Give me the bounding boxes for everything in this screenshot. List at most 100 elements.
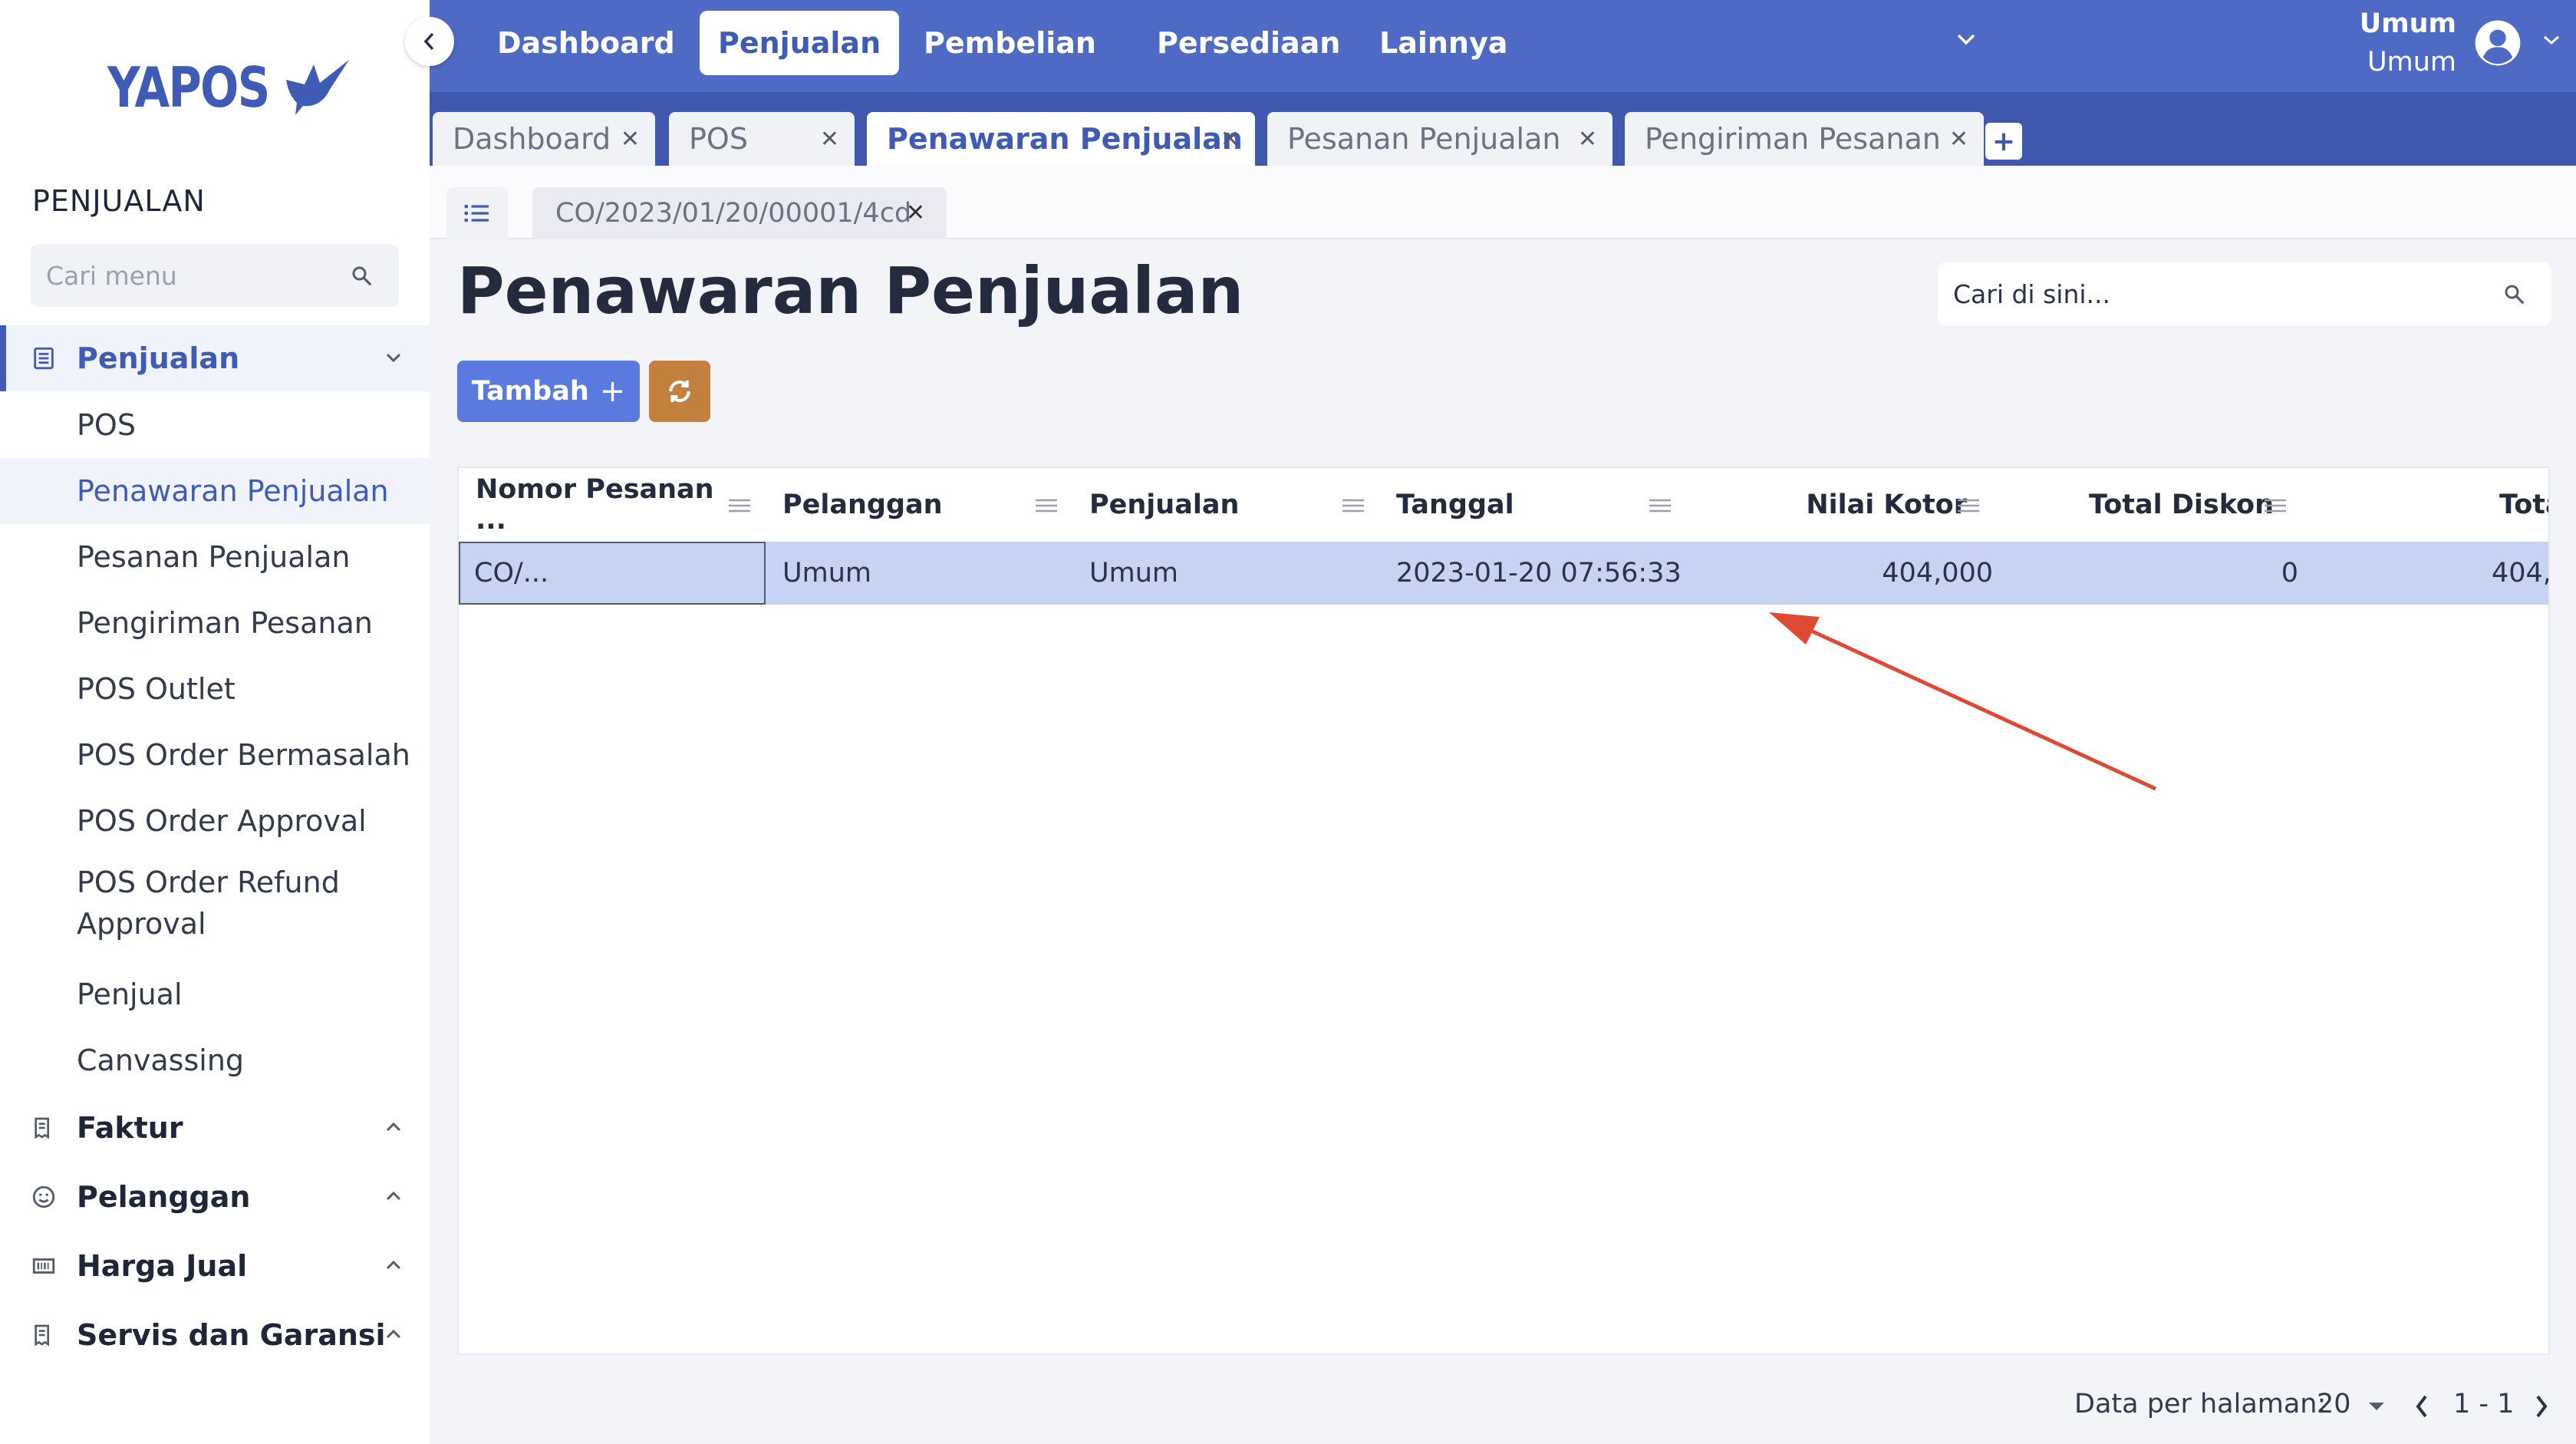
close-icon[interactable]: ✕ bbox=[1578, 126, 1597, 153]
tab-pengiriman-pesanan[interactable]: Pengiriman Pesanan ✕ bbox=[1625, 112, 1984, 166]
search-icon[interactable] bbox=[2502, 282, 2525, 305]
menu-search-input[interactable] bbox=[31, 244, 338, 307]
sidebar-item-pos-order-bermasalah[interactable]: POS Order Bermasalah bbox=[0, 722, 430, 788]
sidebar-group-label: Pelanggan bbox=[77, 1180, 251, 1214]
refresh-icon bbox=[669, 380, 690, 403]
collapse-sidebar-button[interactable] bbox=[405, 17, 454, 66]
tab-label: Pesanan Penjualan bbox=[1287, 122, 1561, 156]
column-menu-icon[interactable] bbox=[1956, 499, 1981, 513]
page-range: 1 - 1 bbox=[2453, 1389, 2515, 1419]
page-search-input[interactable] bbox=[1938, 262, 2475, 325]
plus-icon: + bbox=[1991, 125, 2016, 157]
top-nav-dashboard[interactable]: Dashboard bbox=[479, 11, 693, 75]
chevron-right-icon[interactable] bbox=[2533, 1393, 2550, 1419]
cell-total-diskon[interactable]: 0 bbox=[2008, 542, 2298, 605]
sidebar-item-pos[interactable]: POS bbox=[0, 392, 430, 458]
app-logo[interactable]: YAPOS bbox=[107, 55, 354, 120]
chevron-left-icon[interactable] bbox=[2413, 1393, 2430, 1419]
column-menu-icon[interactable] bbox=[2263, 499, 2288, 513]
tab-label: Pengiriman Pesanan bbox=[1645, 122, 1941, 156]
column-header-nomor-pesanan[interactable]: Nomor Pesanan ... bbox=[476, 468, 729, 542]
page-size-select[interactable]: 20 bbox=[2317, 1389, 2351, 1419]
table-row[interactable]: CO/... Umum Umum 2023-01-20 07:56:33 404… bbox=[459, 542, 2548, 605]
chevron-up-icon bbox=[386, 1122, 401, 1132]
column-menu-icon[interactable] bbox=[1648, 499, 1672, 513]
add-tab-button[interactable]: + bbox=[1985, 123, 2022, 160]
column-menu-icon[interactable] bbox=[727, 499, 752, 513]
tab-label: Penawaran Penjualan bbox=[887, 122, 1243, 156]
annotation-arrow bbox=[1769, 612, 2157, 791]
sidebar-group-pelanggan[interactable]: Pelanggan bbox=[0, 1164, 430, 1230]
list-view-button[interactable] bbox=[446, 187, 508, 239]
sidebar-group-penjualan[interactable]: Penjualan bbox=[0, 325, 430, 391]
sidebar-item-penawaran-penjualan[interactable]: Penawaran Penjualan bbox=[0, 458, 430, 524]
refresh-button[interactable] bbox=[649, 361, 710, 422]
document-tab[interactable]: CO/2023/01/20/00001/4cd ✕ bbox=[532, 187, 947, 239]
tab-penawaran-penjualan[interactable]: Penawaran Penjualan ✕ bbox=[867, 112, 1255, 166]
top-nav-pembelian[interactable]: Pembelian bbox=[905, 11, 1115, 75]
receipt-list-icon bbox=[34, 347, 54, 370]
sidebar-group-harga-jual[interactable]: Harga Jual bbox=[0, 1233, 430, 1299]
cell-nilai-kotor[interactable]: 404,000 bbox=[1703, 542, 1993, 605]
tab-label: POS bbox=[689, 122, 748, 156]
invoice-icon bbox=[35, 1117, 49, 1139]
cell-tanggal[interactable]: 2023-01-20 07:56:33 bbox=[1396, 542, 1703, 605]
tab-pesanan-penjualan[interactable]: Pesanan Penjualan ✕ bbox=[1267, 112, 1612, 166]
close-icon[interactable]: ✕ bbox=[906, 199, 925, 226]
chevron-down-icon[interactable] bbox=[1956, 32, 1976, 46]
column-header-total[interactable]: Tota bbox=[2499, 468, 2548, 542]
column-header-pelanggan[interactable]: Pelanggan bbox=[782, 468, 1036, 542]
receipt-icon bbox=[35, 1324, 49, 1347]
close-icon[interactable]: ✕ bbox=[1220, 126, 1240, 153]
document-tabs-bar: CO/2023/01/20/00001/4cd ✕ bbox=[430, 166, 2576, 239]
user-info[interactable]: Umum Umum bbox=[2360, 5, 2456, 81]
menu-search-box bbox=[31, 244, 399, 307]
user-role: Umum bbox=[2367, 47, 2456, 77]
sales-quotation-grid: Nomor Pesanan ... Pelanggan Penjualan Ta… bbox=[457, 466, 2550, 1355]
sidebar-item-penjual[interactable]: Penjual bbox=[0, 961, 430, 1027]
top-nav-penjualan[interactable]: Penjualan bbox=[700, 11, 900, 75]
close-icon[interactable]: ✕ bbox=[1949, 126, 1968, 153]
chevron-down-icon[interactable] bbox=[2542, 34, 2561, 46]
column-header-penjualan[interactable]: Penjualan bbox=[1089, 468, 1342, 542]
search-icon[interactable] bbox=[350, 264, 373, 287]
cell-total[interactable]: 404,( bbox=[2492, 542, 2548, 605]
tab-dashboard[interactable]: Dashboard ✕ bbox=[433, 112, 655, 166]
sidebar-group-servis-dan-garansi[interactable]: Servis dan Garansi bbox=[0, 1302, 430, 1368]
sidebar-item-canvassing[interactable]: Canvassing bbox=[0, 1027, 430, 1093]
sidebar-item-pos-order-refund-approval[interactable]: POS Order Refund Approval bbox=[0, 854, 430, 952]
page-title: Penawaran Penjualan bbox=[457, 253, 1244, 328]
close-icon[interactable]: ✕ bbox=[621, 126, 640, 153]
sidebar-group-faktur[interactable]: Faktur bbox=[0, 1095, 430, 1161]
sidebar-group-label: Penjualan bbox=[77, 341, 240, 375]
cell-nomor-pesanan[interactable]: CO/... bbox=[459, 542, 766, 605]
top-nav-persediaan[interactable]: Persediaan bbox=[1138, 11, 1359, 75]
chevron-down-icon bbox=[386, 353, 401, 363]
sidebar-group-label: Servis dan Garansi bbox=[77, 1318, 386, 1352]
sidebar-section-title: PENJUALAN bbox=[32, 184, 206, 218]
plus-icon: + bbox=[599, 374, 626, 409]
bird-logo-icon bbox=[285, 60, 349, 115]
user-avatar-icon[interactable] bbox=[2473, 18, 2522, 68]
caret-down-icon[interactable] bbox=[2367, 1401, 2386, 1412]
page-search-box bbox=[1938, 262, 2551, 325]
cell-penjualan[interactable]: Umum bbox=[1089, 542, 1381, 605]
column-header-nilai-kotor[interactable]: Nilai Kotor bbox=[1703, 468, 1967, 542]
column-header-total-diskon[interactable]: Total Diskon bbox=[2008, 468, 2274, 542]
cell-pelanggan[interactable]: Umum bbox=[782, 542, 1074, 605]
sidebar-item-pos-outlet[interactable]: POS Outlet bbox=[0, 656, 430, 722]
column-menu-icon[interactable] bbox=[1341, 499, 1365, 513]
add-button[interactable]: Tambah + bbox=[457, 361, 640, 422]
column-header-tanggal[interactable]: Tanggal bbox=[1396, 468, 1649, 542]
top-nav-lainnya[interactable]: Lainnya bbox=[1361, 11, 1526, 75]
column-menu-icon[interactable] bbox=[1034, 499, 1059, 513]
sidebar-group-label: Faktur bbox=[77, 1111, 183, 1145]
tab-pos[interactable]: POS ✕ bbox=[669, 112, 855, 166]
sidebar-item-pesanan-penjualan[interactable]: Pesanan Penjualan bbox=[0, 524, 430, 590]
close-icon[interactable]: ✕ bbox=[820, 126, 839, 153]
sidebar-item-pos-order-approval[interactable]: POS Order Approval bbox=[0, 788, 430, 854]
sidebar-item-pengiriman-pesanan[interactable]: Pengiriman Pesanan bbox=[0, 590, 430, 656]
open-tabs-bar: Dashboard ✕ POS ✕ Penawaran Penjualan ✕ … bbox=[430, 92, 2576, 166]
sidebar-group-label: Harga Jual bbox=[77, 1249, 248, 1283]
logo-text: YAPOS bbox=[107, 55, 270, 120]
